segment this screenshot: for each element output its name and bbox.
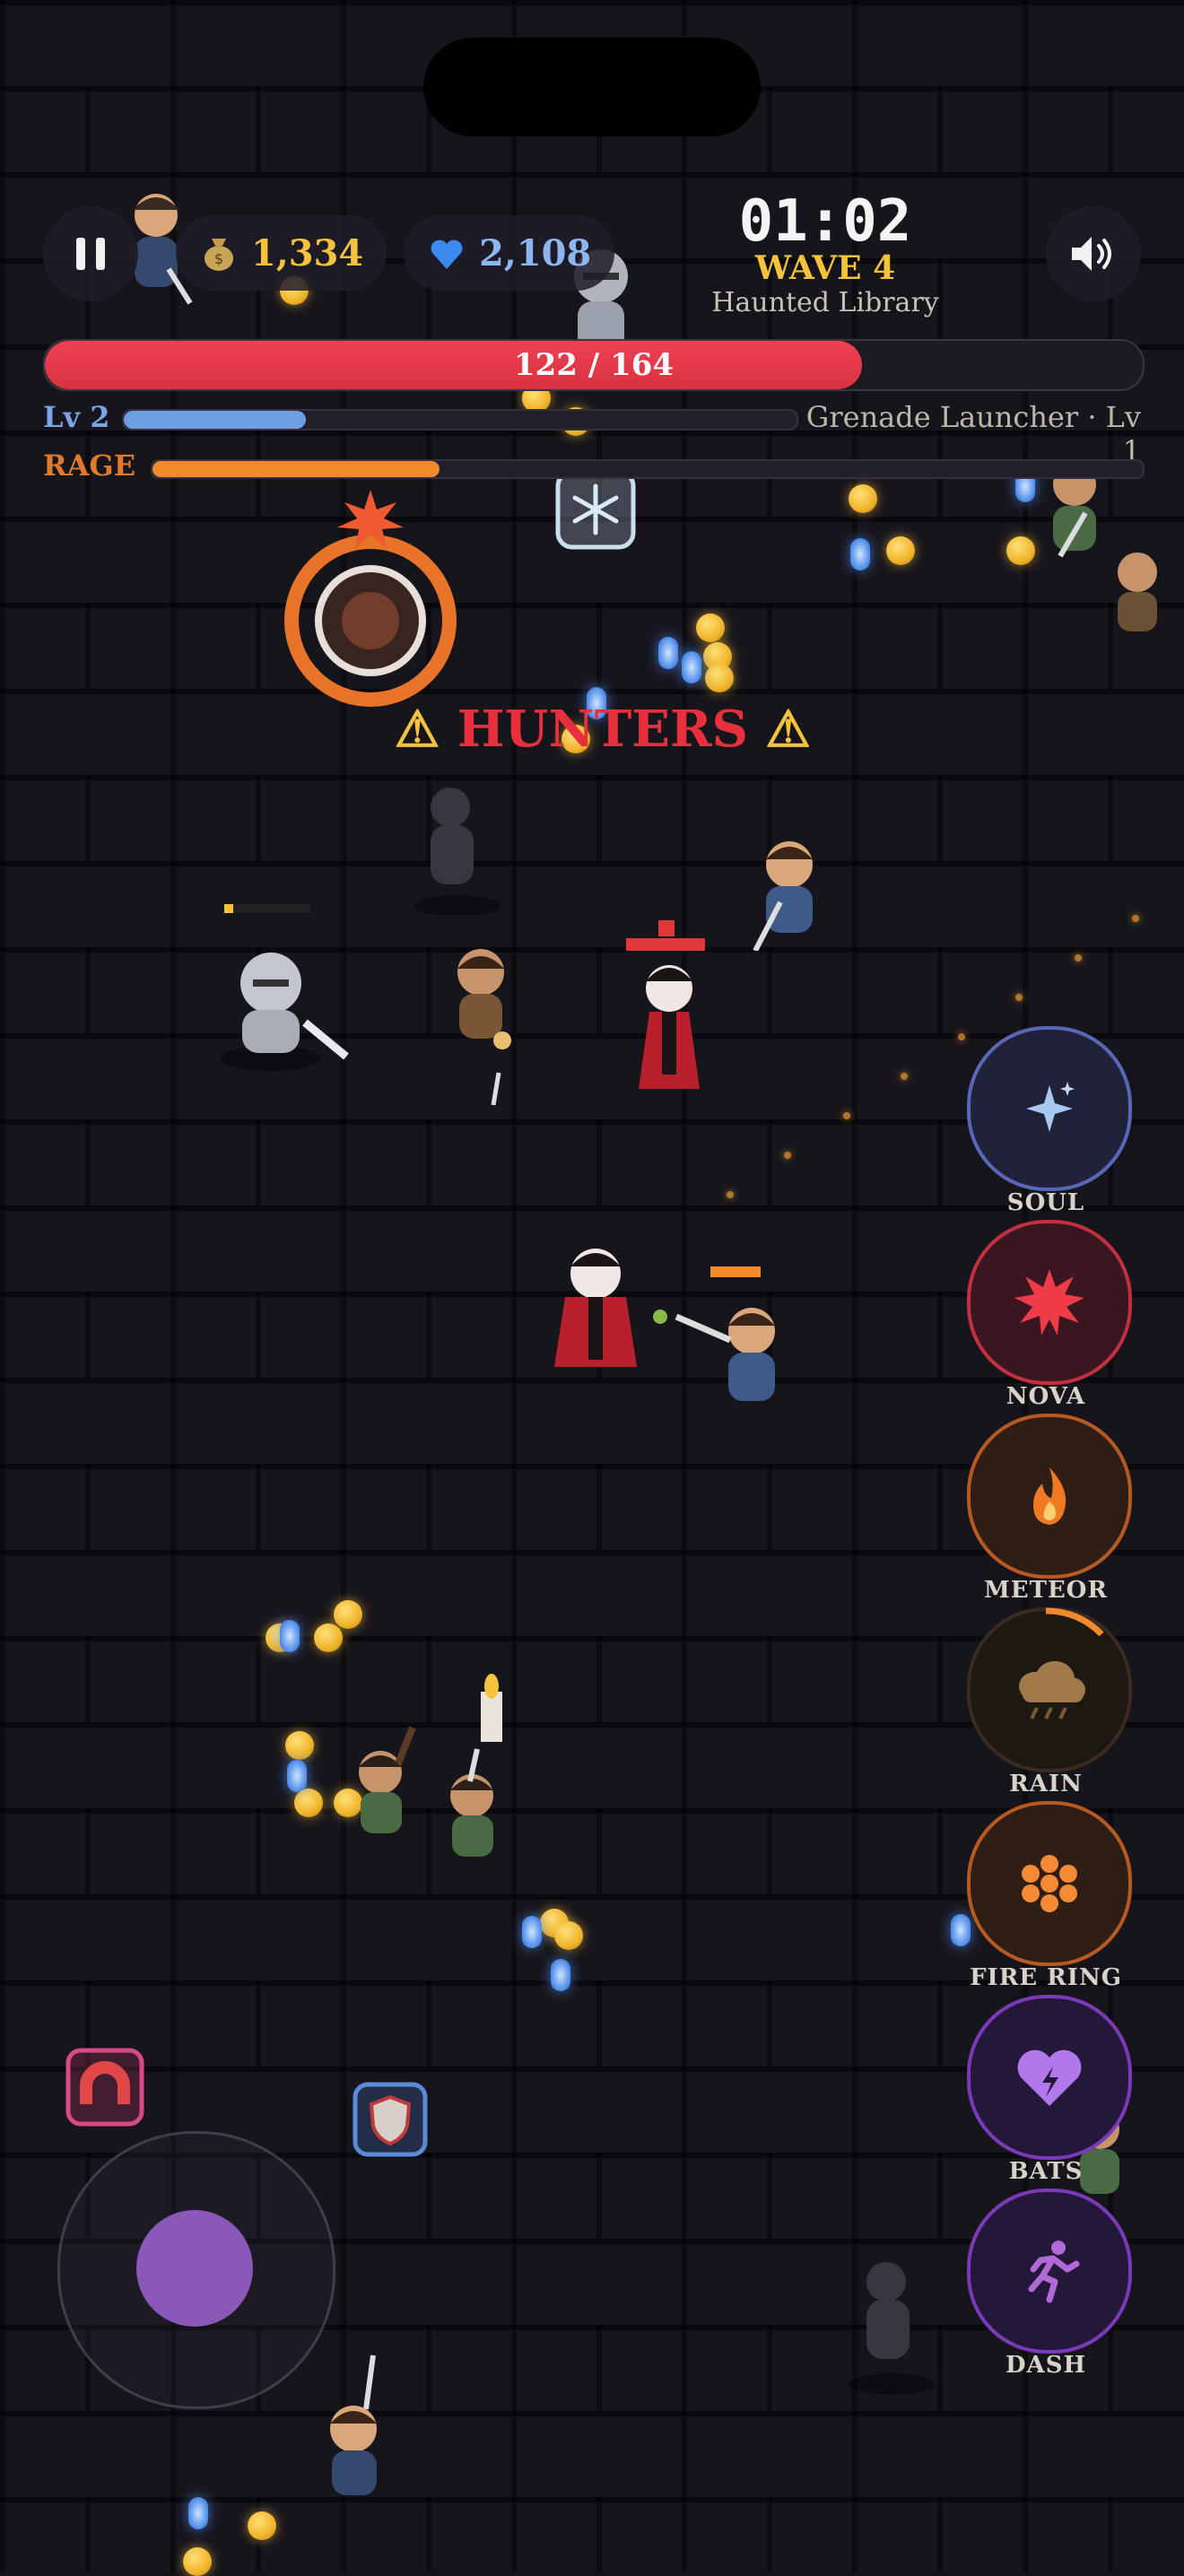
cooldown-arc <box>1045 1607 1104 1637</box>
ability-fire-ring-button[interactable] <box>967 1801 1132 1966</box>
sound-button[interactable] <box>1046 206 1141 301</box>
stage-name: Haunted Library <box>711 287 939 318</box>
gold-coin <box>696 614 725 642</box>
health-text: 122 / 164 <box>513 347 675 383</box>
ember <box>1075 954 1082 962</box>
ability-meteor-button[interactable] <box>967 1414 1132 1579</box>
pause-icon <box>76 238 105 270</box>
enemy-vampire <box>626 920 705 1089</box>
ember <box>784 1152 791 1159</box>
ability-rain-button[interactable] <box>967 1607 1132 1772</box>
svg-text:$: $ <box>214 250 223 267</box>
shield-pickup <box>353 2082 428 2157</box>
gold-coin <box>886 536 915 565</box>
ember <box>1015 994 1023 1001</box>
pause-button[interactable] <box>43 206 138 301</box>
gold-coin <box>705 664 734 692</box>
blue-gem <box>188 2497 208 2529</box>
enemy-armored-knight <box>221 904 349 1071</box>
xp-bar <box>122 409 798 431</box>
run-timer: 01:02 <box>738 188 912 255</box>
enemy-shadow-ghost <box>414 788 501 915</box>
blue-gem <box>951 1914 971 1946</box>
ability-rain-label: RAIN <box>1009 1771 1083 1797</box>
ability-dash-label: DASH <box>1005 2352 1087 2379</box>
ability-soul-button[interactable] <box>967 1026 1132 1191</box>
rage-bar-fill <box>152 461 440 477</box>
hunters-warning: ⚠ HUNTERS ⚠ <box>395 700 811 759</box>
gold-counter: $ 1,334 <box>176 215 387 291</box>
ability-bats-button[interactable] <box>967 1995 1132 2160</box>
gold-coin <box>248 2511 276 2540</box>
ability-meteor-label: METEOR <box>983 1577 1109 1604</box>
enemy-brawler <box>1118 553 1157 631</box>
gem-amount: 2,108 <box>479 231 592 274</box>
warning-icon: ⚠ <box>395 700 440 759</box>
joystick-knob[interactable] <box>136 2210 253 2327</box>
weapon-info: Grenade Launcher · Lv 1 <box>805 400 1141 468</box>
gold-coin <box>849 484 877 513</box>
gold-coin <box>334 1600 362 1629</box>
enemy-swordsman <box>450 1748 493 1857</box>
ability-fire-ring-label: FIRE RING <box>970 1964 1122 1991</box>
gold-coin <box>554 1921 583 1950</box>
warning-icon: ⚠ <box>765 700 811 759</box>
gem-counter: 2,108 <box>404 215 615 291</box>
candle-prop <box>481 1674 502 1742</box>
money-bag-icon: $ <box>205 239 233 271</box>
nova-burst-icon <box>1014 1269 1084 1336</box>
ability-dash-button[interactable] <box>967 2189 1132 2354</box>
xp-bar-fill <box>124 411 306 429</box>
ability-nova-button[interactable] <box>967 1220 1132 1385</box>
enemy-brawler <box>457 949 511 1106</box>
player-level: Lv 2 <box>43 400 110 434</box>
warning-text: HUNTERS <box>457 700 748 759</box>
blue-gem <box>850 538 870 570</box>
enemy-clubber <box>359 1726 416 1833</box>
ability-bats-label: BATS <box>1008 2158 1084 2185</box>
grenade-explosion <box>284 490 457 707</box>
gold-coin <box>183 2547 212 2576</box>
magnet-pickup <box>65 2048 144 2127</box>
blue-gem <box>551 1959 570 1991</box>
health-bar: 122 / 164 <box>43 339 1145 391</box>
ember <box>958 1033 965 1040</box>
sparkle-icon <box>1026 1082 1075 1132</box>
freeze-pickup <box>555 469 636 550</box>
ability-nova-label: NOVA <box>1006 1383 1086 1410</box>
gold-coin <box>285 1731 314 1760</box>
enemy-swordsman <box>675 1266 775 1401</box>
blue-gem <box>287 1760 307 1792</box>
speaker-icon <box>1072 237 1111 271</box>
device-notch <box>423 38 761 136</box>
ember <box>843 1112 850 1119</box>
gold-coin <box>314 1623 343 1652</box>
blue-gem <box>280 1620 300 1652</box>
enemy-swordsman <box>330 2354 377 2495</box>
wave-indicator: WAVE 4 <box>754 249 896 287</box>
fire-ring-icon <box>1022 1855 1077 1912</box>
gold-coin <box>294 1788 323 1817</box>
ember <box>901 1073 908 1080</box>
blue-gem <box>658 637 678 669</box>
enemy-swordsman <box>753 841 813 951</box>
ember <box>1132 915 1139 922</box>
gold-amount: 1,334 <box>251 231 364 274</box>
ability-soul-label: SOUL <box>1006 1189 1085 1216</box>
rage-bar <box>151 459 1145 479</box>
ember <box>727 1191 734 1198</box>
flame-icon <box>1033 1467 1066 1525</box>
rage-label: RAGE <box>43 448 136 483</box>
blue-gem <box>522 1916 542 1948</box>
enemy-vampire <box>554 1249 667 1367</box>
blue-gem <box>682 651 701 683</box>
blue-heart-icon <box>431 239 463 269</box>
running-figure-icon <box>1028 2241 1080 2303</box>
purple-heart-icon <box>1017 2049 1082 2106</box>
